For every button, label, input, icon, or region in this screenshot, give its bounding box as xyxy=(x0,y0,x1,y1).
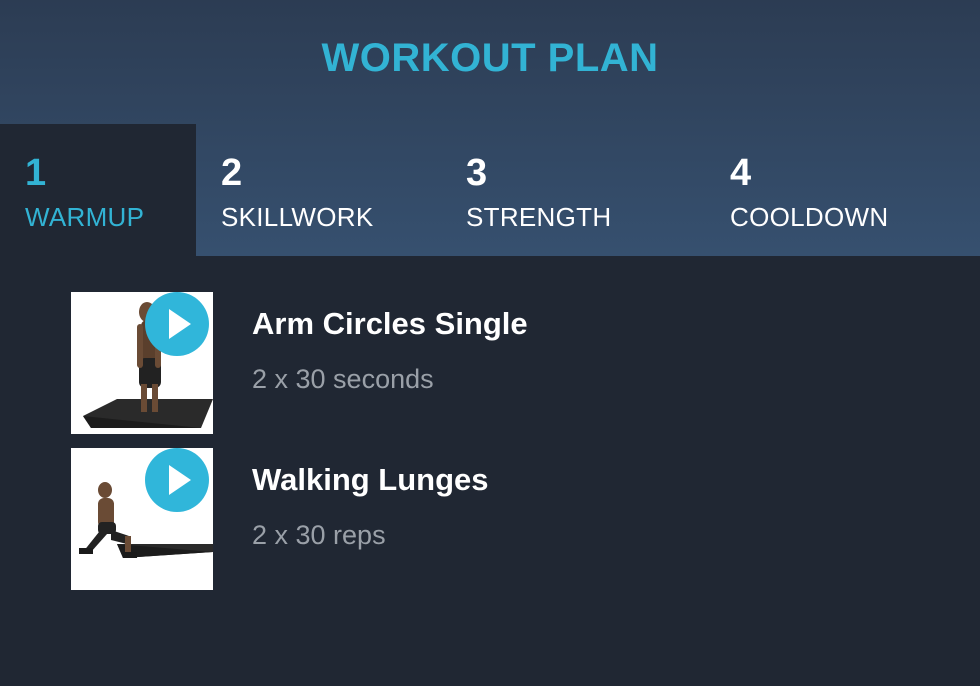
tab-number: 1 xyxy=(25,152,47,194)
header: WORKOUT PLAN 1 WARMUP 2 SKILLWORK 3 STRE… xyxy=(0,0,980,256)
tab-bar: 1 WARMUP 2 SKILLWORK 3 STRENGTH 4 COOLDO… xyxy=(0,124,980,256)
tab-number: 4 xyxy=(730,152,752,194)
list-item[interactable]: Arm Circles Single 2 x 30 seconds xyxy=(71,292,931,434)
tab-warmup[interactable]: 1 WARMUP xyxy=(0,124,196,256)
exercise-thumbnail[interactable] xyxy=(71,292,213,434)
page-title: WORKOUT PLAN xyxy=(321,36,659,80)
list-item[interactable]: Walking Lunges 2 x 30 reps xyxy=(71,448,931,590)
tab-label: WARMUP xyxy=(25,202,145,232)
tab-cooldown[interactable]: 4 COOLDOWN xyxy=(705,124,980,256)
exercise-thumbnail[interactable] xyxy=(71,448,213,590)
exercise-detail: 2 x 30 seconds xyxy=(252,364,434,394)
tab-number: 2 xyxy=(221,152,243,194)
tab-skillwork[interactable]: 2 SKILLWORK xyxy=(196,124,441,256)
exercise-name: Walking Lunges xyxy=(252,462,489,497)
tab-label: STRENGTH xyxy=(466,202,612,232)
exercise-name: Arm Circles Single xyxy=(252,306,528,341)
tab-label: SKILLWORK xyxy=(221,202,374,232)
tab-label: COOLDOWN xyxy=(730,202,889,232)
tab-strength[interactable]: 3 STRENGTH xyxy=(441,124,705,256)
tab-number: 3 xyxy=(466,152,488,194)
play-icon[interactable] xyxy=(145,448,209,512)
play-icon[interactable] xyxy=(145,292,209,356)
exercise-detail: 2 x 30 reps xyxy=(252,520,386,550)
